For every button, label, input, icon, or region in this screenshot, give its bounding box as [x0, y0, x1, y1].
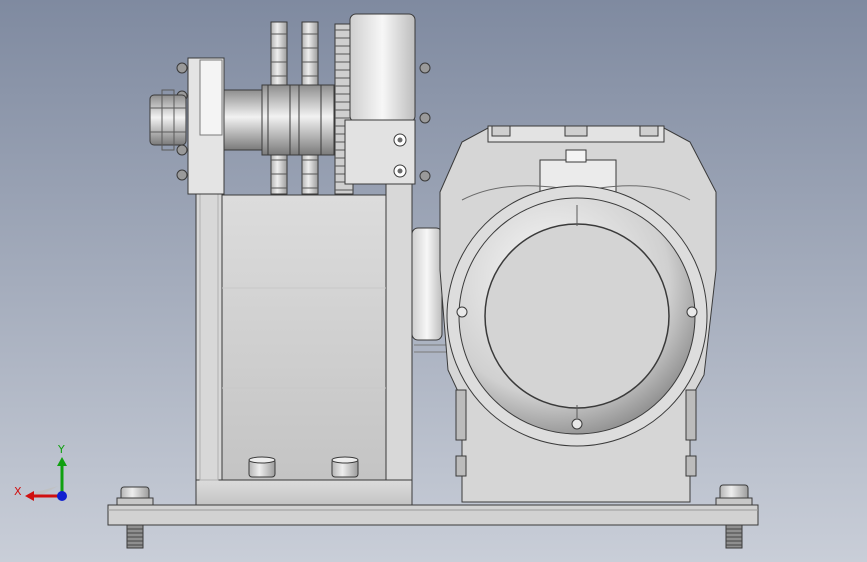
z-axis-origin	[57, 491, 67, 501]
shaft-nut	[149, 89, 187, 151]
x-axis-label: X	[14, 485, 22, 498]
cad-model-view[interactable]	[0, 0, 867, 562]
sprocket-2	[298, 21, 322, 195]
x-axis-arrow	[25, 491, 34, 501]
base-plate	[107, 504, 759, 526]
sprocket-1	[267, 21, 291, 195]
pad-bolt-right	[331, 456, 359, 478]
graphics-viewport[interactable]: Y X	[0, 0, 867, 562]
pad-bolt-left	[248, 456, 276, 478]
y-axis-label: Y	[57, 443, 65, 456]
y-axis-arrow	[57, 457, 67, 466]
coupling-housing	[344, 13, 431, 185]
coordinate-triad[interactable]: Y X	[10, 438, 80, 508]
motor-flange	[446, 185, 708, 447]
